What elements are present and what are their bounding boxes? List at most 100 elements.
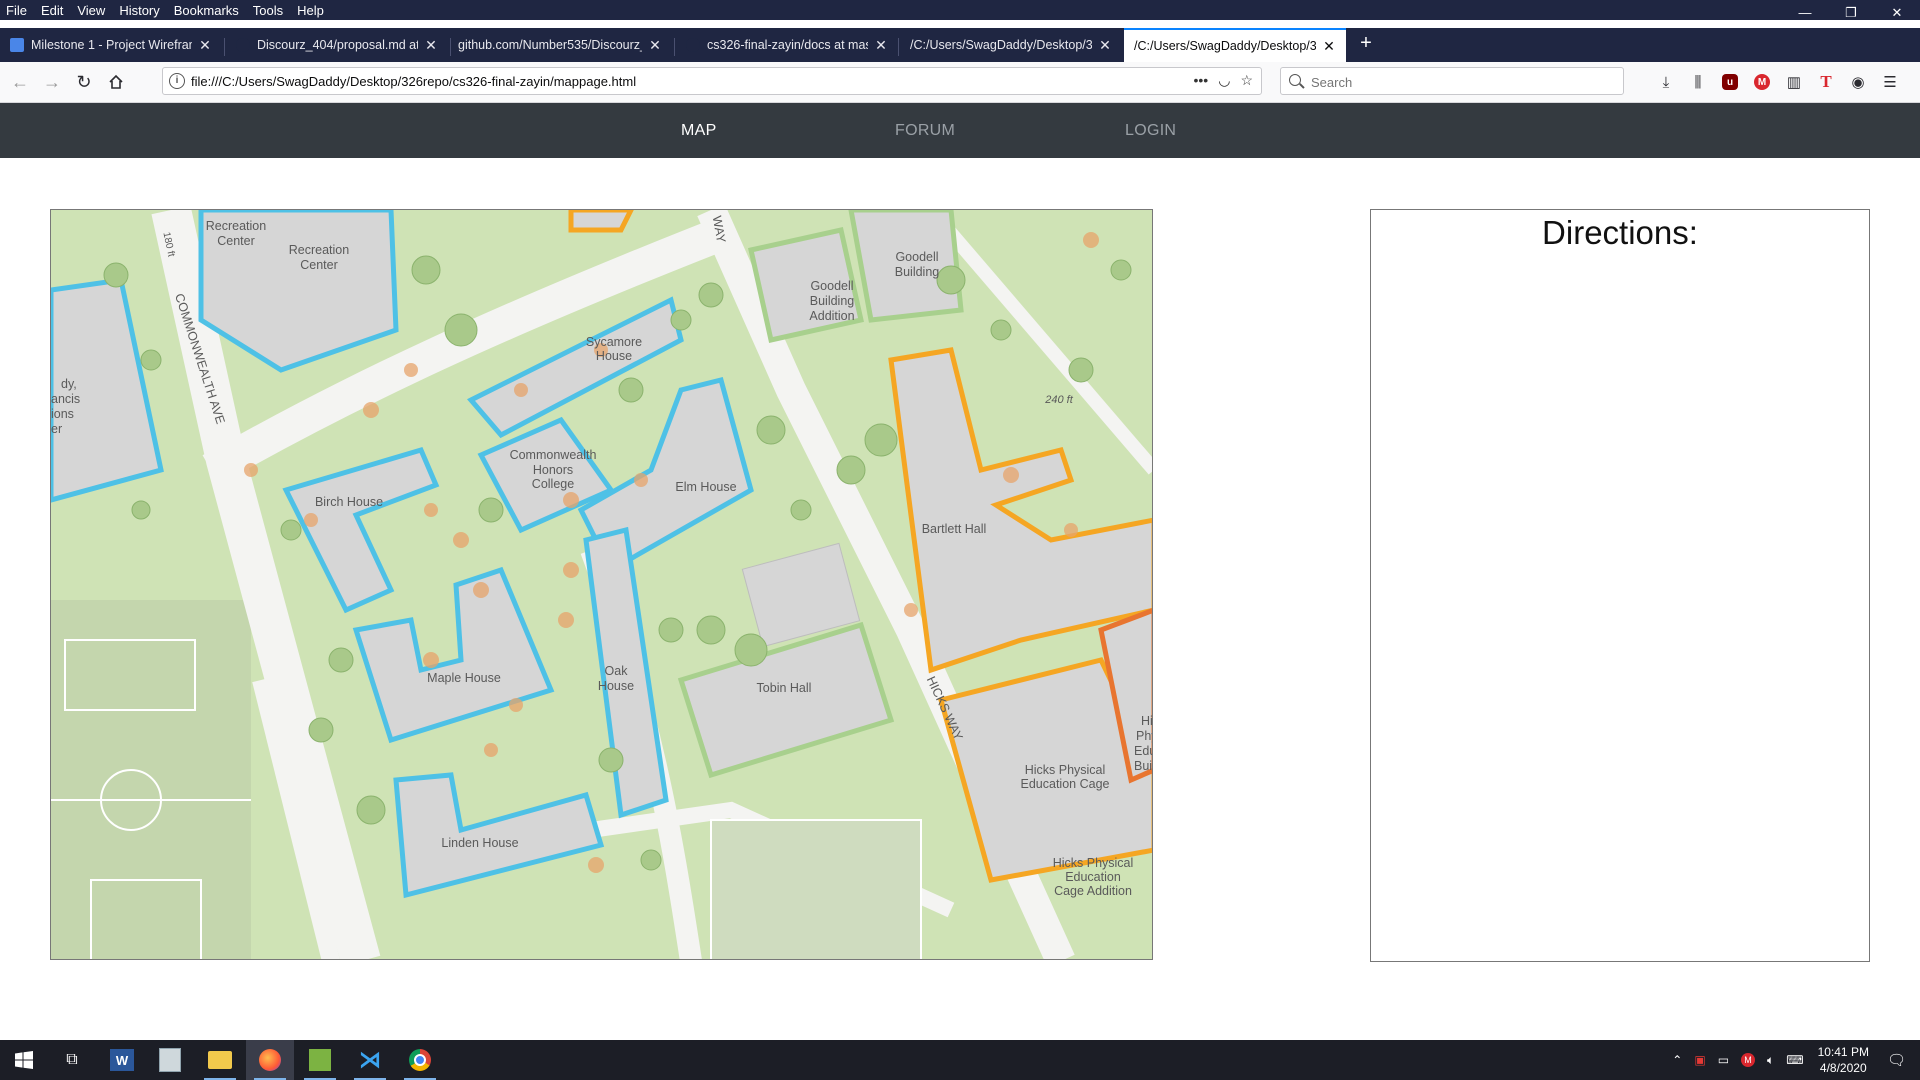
sidebar-icon[interactable]: ▥ bbox=[1778, 62, 1810, 102]
search-icon bbox=[1289, 74, 1301, 86]
new-tab-button[interactable]: + bbox=[1356, 30, 1376, 56]
nav-link-map[interactable]: MAP bbox=[681, 103, 717, 158]
label-goodell-addition-2: Building bbox=[810, 294, 855, 308]
close-icon[interactable]: ✕ bbox=[1098, 37, 1112, 54]
back-button[interactable]: ← bbox=[8, 70, 32, 94]
tab-title: /C:/Users/SwagDaddy/Desktop/326 bbox=[1134, 39, 1316, 53]
extension-t-icon[interactable]: T bbox=[1810, 62, 1842, 102]
bookmark-star-icon[interactable]: ☆ bbox=[1240, 72, 1253, 89]
download-icon[interactable]: ⤓ bbox=[1650, 62, 1682, 102]
navigation-toolbar: ← → ↻ i file:///C:/Users/SwagDaddy/Deskt… bbox=[0, 62, 1920, 103]
address-bar[interactable]: i file:///C:/Users/SwagDaddy/Desktop/326… bbox=[162, 67, 1262, 95]
site-navbar: MAP FORUM LOGIN bbox=[0, 103, 1920, 158]
search-input[interactable] bbox=[1309, 71, 1613, 93]
mega-tray-icon[interactable]: M bbox=[1741, 1053, 1756, 1067]
tab-separator bbox=[674, 38, 675, 56]
clock[interactable]: 10:41 PM 4/8/2020 bbox=[1818, 1044, 1869, 1076]
hamburger-menu-icon[interactable]: ☰ bbox=[1874, 62, 1906, 102]
tab-title: /C:/Users/SwagDaddy/Desktop/326 bbox=[910, 38, 1092, 52]
account-icon[interactable]: ◉ bbox=[1842, 62, 1874, 102]
page-actions-icon[interactable]: ••• bbox=[1194, 72, 1209, 89]
label-commonwealth-honors-2: Honors bbox=[533, 463, 573, 477]
label-partial-right-3: Edu bbox=[1134, 744, 1153, 758]
label-tobin: Tobin Hall bbox=[757, 681, 812, 695]
taskbar-word[interactable]: W bbox=[98, 1040, 146, 1080]
taskbar-firefox[interactable] bbox=[246, 1040, 294, 1080]
tab-active-mappage[interactable]: /C:/Users/SwagDaddy/Desktop/326 ✕ bbox=[1124, 28, 1346, 62]
tab-title: Milestone 1 - Project Wirefram bbox=[31, 38, 192, 52]
tab-title: Discourz_404/proposal.md at m bbox=[257, 38, 418, 52]
label-recreation-center-2: Center bbox=[300, 258, 338, 272]
network-icon[interactable]: ▭ bbox=[1718, 1053, 1729, 1067]
forward-button[interactable]: → bbox=[40, 70, 64, 94]
campus-map[interactable]: Recreation Center Recreation Center Syca… bbox=[50, 209, 1153, 960]
close-icon[interactable]: ✕ bbox=[424, 37, 438, 54]
label-partial-right: Hi bbox=[1141, 714, 1153, 728]
close-window-button[interactable]: ✕ bbox=[1874, 0, 1920, 28]
nav-link-forum[interactable]: FORUM bbox=[895, 103, 955, 158]
menu-tools[interactable]: Tools bbox=[246, 3, 290, 18]
taskbar-app-green[interactable] bbox=[296, 1040, 344, 1080]
restore-button[interactable]: ❐ bbox=[1828, 0, 1874, 28]
menu-view[interactable]: View bbox=[70, 3, 112, 18]
close-icon[interactable]: ✕ bbox=[1322, 38, 1336, 55]
close-icon[interactable]: ✕ bbox=[874, 37, 888, 54]
label-oak-2: House bbox=[598, 679, 634, 693]
home-button[interactable] bbox=[104, 70, 128, 94]
notification-icon[interactable]: 🗨︎ bbox=[1887, 1051, 1906, 1069]
folder-icon bbox=[208, 1051, 232, 1069]
notepad-icon bbox=[159, 1048, 181, 1072]
tab-separator bbox=[224, 38, 225, 56]
tray-app-icon[interactable]: ▣ bbox=[1694, 1053, 1705, 1067]
map-canvas[interactable]: Recreation Center Recreation Center Syca… bbox=[51, 210, 1153, 960]
firefox-icon bbox=[259, 1049, 281, 1071]
task-view-button[interactable]: ⧉ bbox=[48, 1040, 96, 1080]
tab-local-file[interactable]: /C:/Users/SwagDaddy/Desktop/326 ✕ bbox=[900, 30, 1122, 60]
url-text[interactable]: file:///C:/Users/SwagDaddy/Desktop/326re… bbox=[191, 74, 636, 89]
chevron-up-icon[interactable]: ⌃ bbox=[1672, 1053, 1682, 1067]
taskbar-file-explorer[interactable] bbox=[196, 1040, 244, 1080]
label-birch: Birch House bbox=[315, 495, 383, 509]
close-icon[interactable]: ✕ bbox=[648, 37, 662, 54]
keyboard-icon[interactable]: ⌨ bbox=[1786, 1053, 1803, 1067]
taskbar-chrome[interactable] bbox=[396, 1040, 444, 1080]
label-goodell-2: Building bbox=[895, 265, 940, 279]
menu-history[interactable]: History bbox=[112, 3, 166, 18]
taskbar-vscode[interactable]: ⋊ bbox=[346, 1040, 394, 1080]
info-icon[interactable]: i bbox=[169, 73, 185, 89]
github-icon bbox=[686, 38, 700, 52]
label-hicks-addition-2: Education bbox=[1065, 870, 1121, 884]
chrome-icon bbox=[409, 1049, 431, 1071]
pocket-icon[interactable]: ◡ bbox=[1218, 72, 1230, 89]
ublock-icon[interactable]: u bbox=[1714, 62, 1746, 102]
taskbar-notepad[interactable] bbox=[146, 1040, 194, 1080]
label-partial-left-2: ancis bbox=[51, 392, 80, 406]
menu-help[interactable]: Help bbox=[290, 3, 331, 18]
clock-time: 10:41 PM bbox=[1817, 1045, 1869, 1059]
reload-icon: ↻ bbox=[76, 71, 92, 92]
reload-button[interactable]: ↻ bbox=[72, 70, 96, 94]
close-icon[interactable]: ✕ bbox=[198, 37, 212, 54]
library-icon[interactable]: ⫼ bbox=[1682, 62, 1714, 102]
label-hicks-addition-3: Cage Addition bbox=[1054, 884, 1132, 898]
mega-icon[interactable]: M bbox=[1746, 62, 1778, 102]
system-tray: ⌃ ▣ ▭ M 🔈︎ ⌨ 10:41 PM 4/8/2020 🗨︎ bbox=[1666, 1040, 1920, 1080]
label-partial-left-4: er bbox=[51, 422, 62, 436]
menu-file[interactable]: File bbox=[0, 3, 34, 18]
tab-proposal[interactable]: Discourz_404/proposal.md at m ✕ bbox=[226, 30, 448, 60]
task-view-icon: ⧉ bbox=[66, 1051, 78, 1068]
start-button[interactable] bbox=[0, 1040, 48, 1080]
label-goodell: Goodell bbox=[895, 250, 938, 264]
nav-link-login[interactable]: LOGIN bbox=[1125, 103, 1176, 158]
menu-bookmarks[interactable]: Bookmarks bbox=[167, 3, 246, 18]
tab-milestone[interactable]: Milestone 1 - Project Wirefram ✕ bbox=[0, 30, 222, 60]
menu-bar: File Edit View History Bookmarks Tools H… bbox=[0, 0, 1920, 20]
minimize-button[interactable]: — bbox=[1782, 0, 1828, 28]
volume-icon[interactable]: 🔈︎ bbox=[1767, 1053, 1774, 1068]
tab-github-discourz[interactable]: github.com/Number535/Discourz_ ✕ bbox=[448, 30, 672, 60]
label-bartlett: Bartlett Hall bbox=[922, 522, 987, 536]
search-bar[interactable] bbox=[1280, 67, 1624, 95]
tab-docs[interactable]: cs326-final-zayin/docs at maste ✕ bbox=[676, 30, 898, 60]
menu-edit[interactable]: Edit bbox=[34, 3, 70, 18]
github-icon bbox=[236, 38, 250, 52]
